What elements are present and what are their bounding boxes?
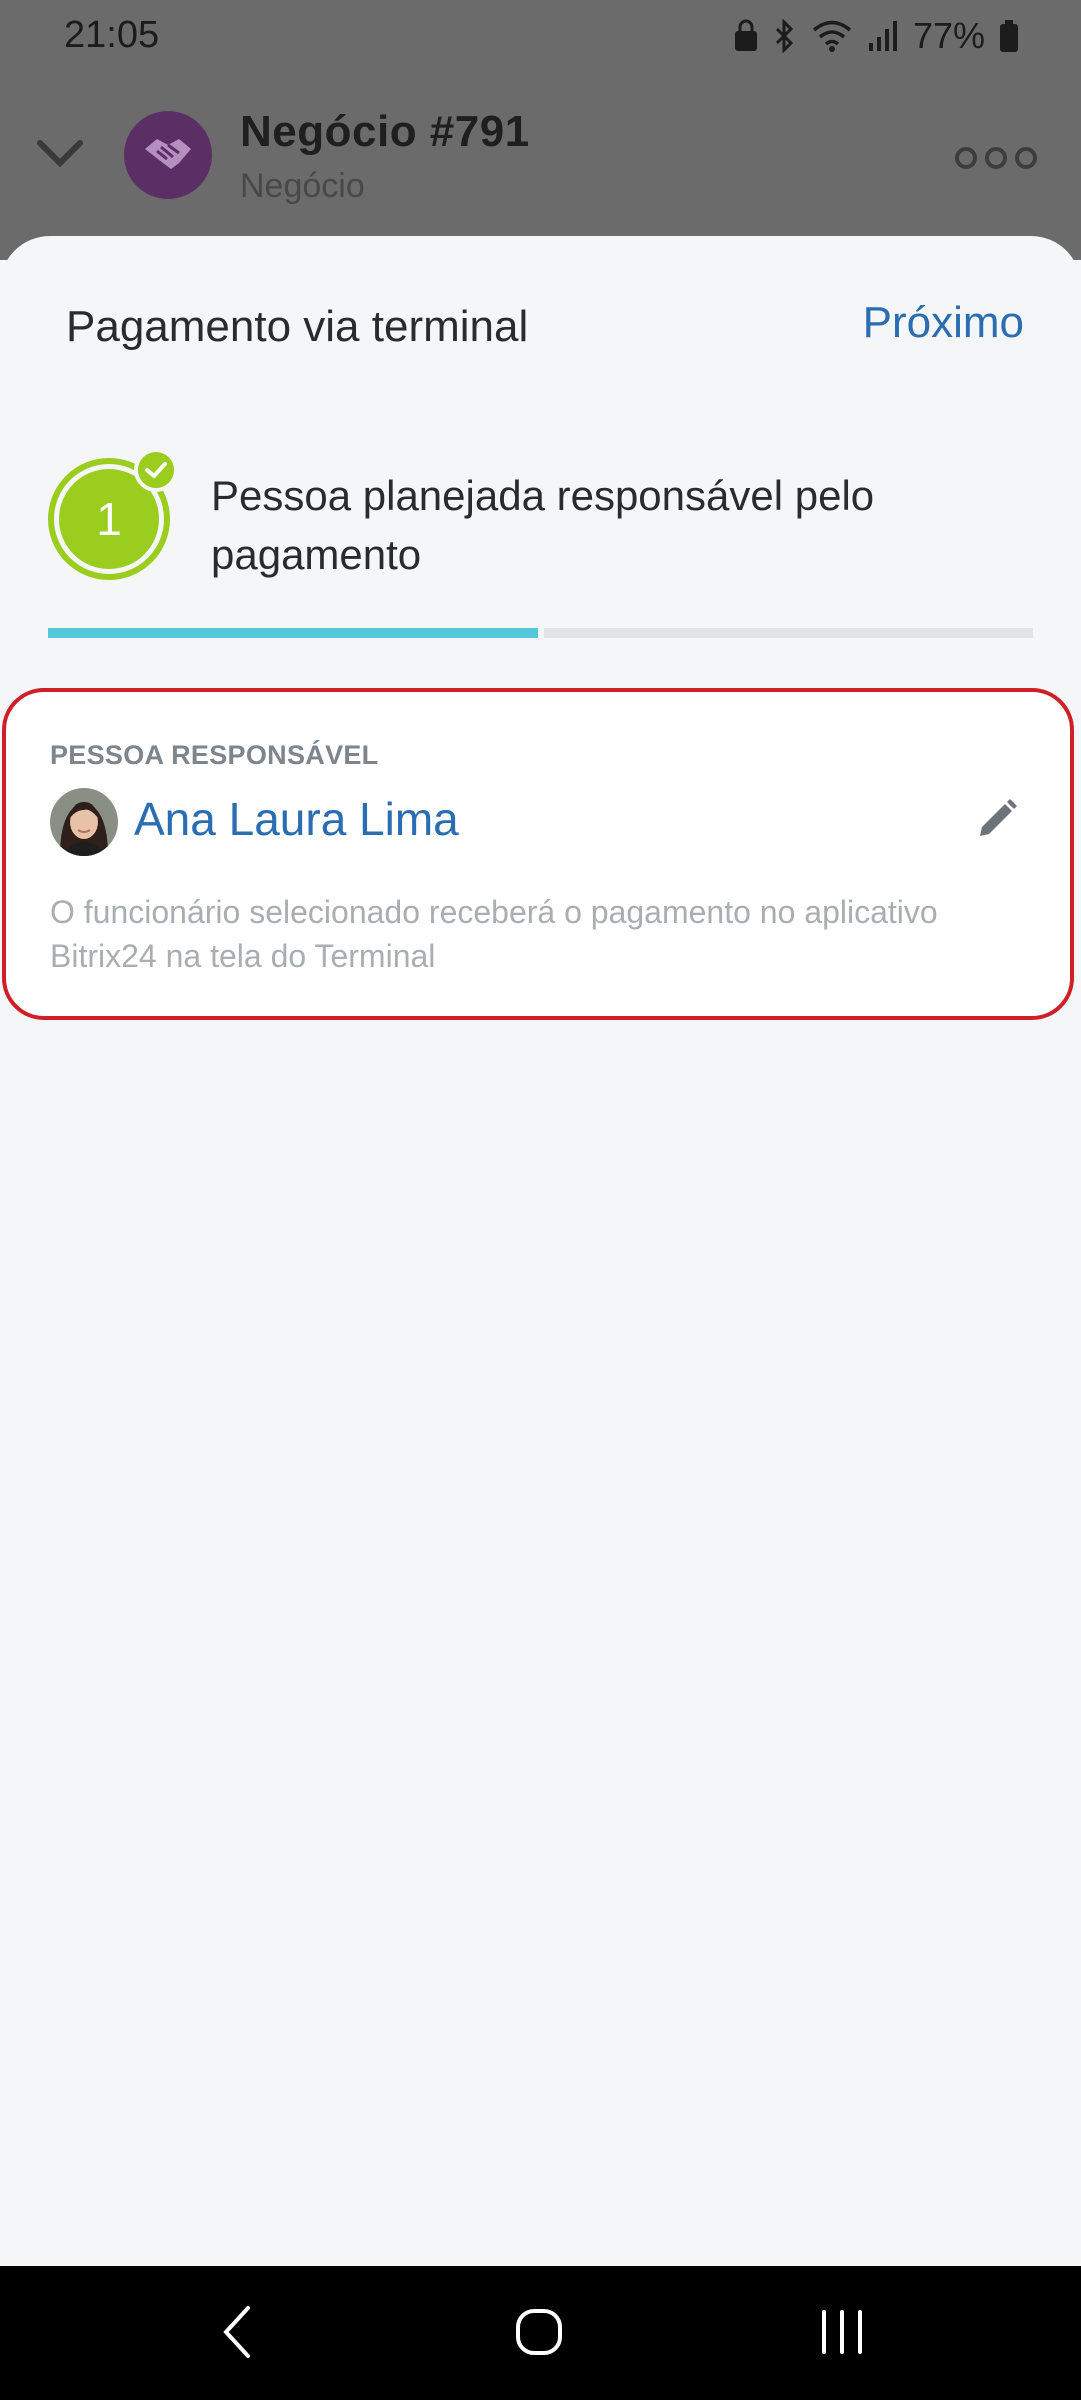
navigation-bar bbox=[0, 2266, 1081, 2400]
check-icon bbox=[134, 448, 178, 492]
step-progress bbox=[48, 628, 1033, 638]
pencil-icon[interactable] bbox=[976, 798, 1018, 845]
wifi-icon bbox=[811, 19, 853, 53]
progress-segment-2 bbox=[543, 628, 1033, 638]
handshake-icon bbox=[141, 131, 195, 180]
chevron-down-icon[interactable] bbox=[36, 137, 84, 174]
deal-avatar bbox=[124, 111, 212, 199]
bluetooth-icon bbox=[773, 19, 797, 53]
status-icons: 77% bbox=[733, 12, 1019, 60]
home-icon[interactable] bbox=[514, 2302, 564, 2367]
battery-icon bbox=[999, 19, 1019, 53]
recents-icon[interactable] bbox=[818, 2302, 866, 2367]
battery-level: 77% bbox=[912, 15, 985, 56]
deal-subtitle: Negócio bbox=[240, 167, 365, 205]
responsible-hint: O funcionário selecionado receberá o pag… bbox=[50, 894, 938, 974]
back-icon[interactable] bbox=[218, 2302, 254, 2367]
payment-sheet: Pagamento via terminal Próximo 1 Pessoa … bbox=[0, 236, 1081, 2266]
status-time: 21:05 bbox=[64, 14, 160, 56]
responsible-card: PESSOA RESPONSÁVEL Ana Laura Lima O func… bbox=[2, 688, 1074, 1020]
responsible-name[interactable]: Ana Laura Lima bbox=[134, 792, 459, 846]
sheet-title: Pagamento via terminal bbox=[66, 302, 529, 351]
lock-icon bbox=[733, 19, 759, 53]
step-title: Pessoa planejada responsável pelo pagame… bbox=[211, 472, 875, 578]
status-bar: 21:05 77% bbox=[0, 0, 1081, 72]
progress-segment-1 bbox=[48, 628, 538, 638]
signal-icon bbox=[867, 19, 899, 53]
more-icon[interactable] bbox=[955, 147, 1037, 169]
avatar bbox=[50, 788, 118, 856]
responsible-label: PESSOA RESPONSÁVEL bbox=[50, 740, 379, 770]
app-header: Negócio #791 Negócio bbox=[0, 95, 1081, 215]
deal-title: Negócio #791 bbox=[240, 107, 530, 156]
next-button[interactable]: Próximo bbox=[863, 298, 1024, 348]
